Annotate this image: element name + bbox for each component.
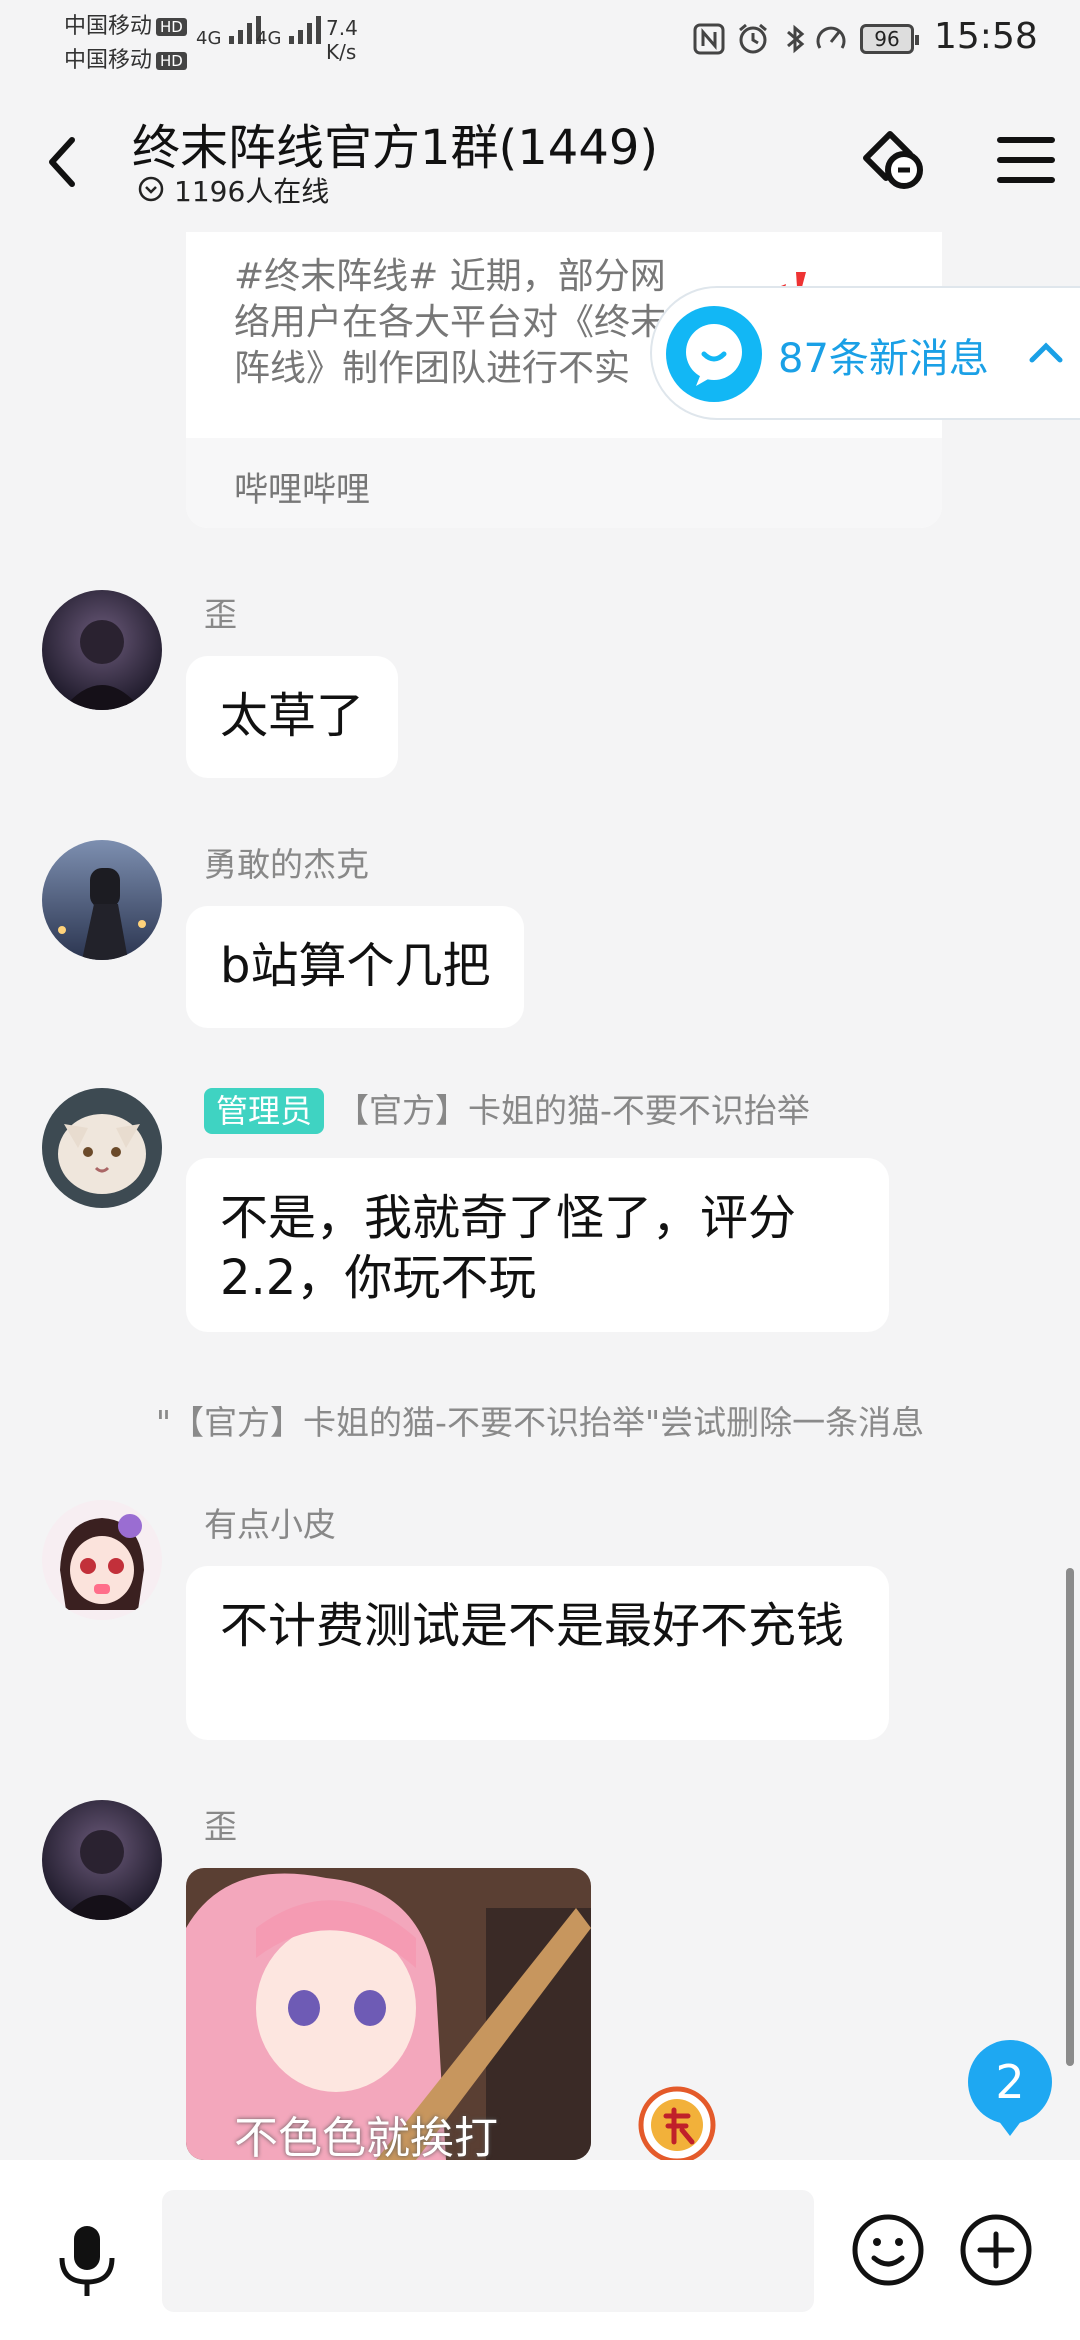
- new-messages-button[interactable]: 87条新消息: [650, 286, 1080, 420]
- admin-badge: 管理员: [204, 1088, 325, 1134]
- scrollbar[interactable]: [1066, 1568, 1074, 2066]
- shared-card-source: 哔哩哔哩: [234, 470, 370, 510]
- network-speed: 7.4 K/s: [326, 16, 358, 64]
- alarm-icon: [739, 23, 767, 54]
- sender-name[interactable]: 管理员 【官方】卡姐的猫-不要不识抬举: [204, 1084, 810, 1134]
- nfc-icon: [693, 23, 725, 55]
- message-bubble[interactable]: 不计费测试是不是最好不充钱: [186, 1566, 889, 1740]
- message-bubble[interactable]: 不是，我就奇了怪了，评分2.2，你玩不玩: [186, 1158, 889, 1332]
- avatar[interactable]: [42, 840, 162, 960]
- unread-badge-button[interactable]: 2: [968, 2040, 1052, 2136]
- input-bar: [0, 2160, 1080, 2340]
- chat-bubble-icon: [666, 306, 762, 402]
- data-saver-icon: [816, 26, 846, 49]
- microphone-icon[interactable]: [52, 2220, 122, 2300]
- image-caption: 不色色就挨打: [234, 2113, 498, 2160]
- online-count[interactable]: 1196人在线: [138, 170, 329, 210]
- back-icon[interactable]: [40, 132, 84, 192]
- sender-name[interactable]: 勇敢的杰克: [204, 838, 369, 886]
- avatar[interactable]: [42, 1800, 162, 1920]
- clock: 15:58: [934, 16, 1038, 57]
- avatar[interactable]: [42, 1500, 162, 1620]
- status-bar: 中国移动 HD 中国移动 HD 4G 4G 7.4 K/s 96 15:58: [0, 0, 1080, 78]
- message-bubble[interactable]: b站算个几把: [186, 906, 525, 1028]
- chevron-up-icon: [1029, 342, 1063, 363]
- emoji-icon[interactable]: [850, 2212, 926, 2288]
- sender-name[interactable]: 歪: [204, 1800, 237, 1848]
- plus-icon[interactable]: [958, 2212, 1034, 2288]
- avatar[interactable]: [42, 590, 162, 710]
- carrier-2: 中国移动 HD: [64, 42, 187, 74]
- new-messages-label: 87条新消息: [778, 336, 989, 382]
- group-title[interactable]: 终末阵线官方1群(1449): [132, 108, 658, 178]
- sender-name[interactable]: 歪: [204, 588, 237, 636]
- chat-header: 终末阵线官方1群(1449) 1196人在线: [0, 80, 1080, 230]
- image-message[interactable]: 不色色就挨打: [186, 1868, 591, 2160]
- signal-bars-icon: [289, 16, 322, 44]
- menu-icon[interactable]: [990, 124, 1062, 196]
- message-input[interactable]: [162, 2190, 814, 2312]
- bluetooth-icon: [787, 24, 805, 54]
- carrier-1: 中国移动 HD: [64, 8, 187, 40]
- link-icon[interactable]: [858, 124, 930, 196]
- signal-2: 4G: [256, 14, 327, 49]
- sender-name[interactable]: 有点小皮: [204, 1498, 336, 1546]
- system-notice: "【官方】卡姐的猫-不要不识抬举"尝试删除一条消息: [155, 1403, 925, 1442]
- chevron-circle-icon: [138, 176, 164, 202]
- battery-indicator: 96: [860, 24, 919, 54]
- message-bubble[interactable]: 太草了: [186, 656, 399, 778]
- fire-badge-icon[interactable]: [638, 2086, 716, 2164]
- avatar[interactable]: [42, 1088, 162, 1208]
- shared-card-text: #终末阵线# 近期，部分网络用户在各大平台对《终末阵线》制作团队进行不实: [234, 256, 667, 389]
